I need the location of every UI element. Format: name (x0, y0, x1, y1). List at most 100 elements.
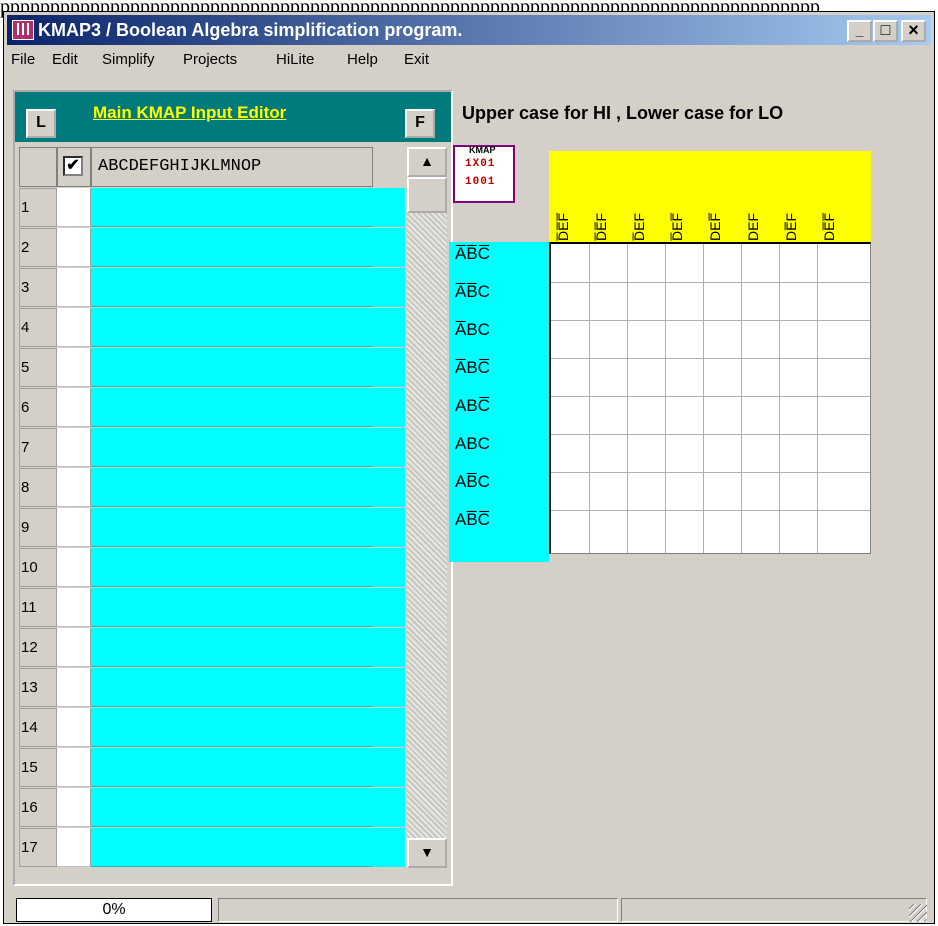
term-input-cell[interactable] (91, 228, 373, 267)
title-bar[interactable]: KMAP3 / Boolean Algebra simplification p… (7, 15, 931, 45)
l-button[interactable]: L (26, 109, 56, 138)
term-input-cell[interactable] (91, 388, 373, 427)
editor-row: 2 (19, 228, 405, 267)
row-checkbox[interactable] (57, 188, 91, 227)
editor-row: 10 (19, 548, 405, 587)
column-label: D̅E̅F̅ (555, 213, 571, 241)
grid-line (551, 320, 870, 321)
app-window: KMAP3 / Boolean Algebra simplification p… (3, 11, 935, 924)
grid-line (551, 396, 870, 397)
grid-line (817, 244, 818, 553)
term-input-cell[interactable] (91, 708, 373, 747)
close-button[interactable]: × (901, 20, 926, 42)
progress-text: 0% (102, 901, 126, 918)
row-number: 5 (19, 348, 57, 387)
menu-file[interactable]: File (11, 51, 35, 68)
status-panel (621, 898, 927, 922)
column-header: D̅E̅F̅ D̅E̅F D̅EF D̅EF̅ DEF̅ DEF DE̅F DE̅F̅ (549, 151, 871, 243)
row-checkbox[interactable] (57, 468, 91, 507)
editor-row: 17 (19, 828, 405, 867)
row-checkbox[interactable] (57, 508, 91, 547)
editor-title[interactable]: Main KMAP Input Editor (93, 103, 286, 123)
grid-line (665, 244, 666, 553)
row-tail (373, 348, 405, 387)
column-label: DEF̅ (707, 213, 723, 241)
grid-line (589, 244, 590, 553)
select-all-checkbox[interactable]: ✔ (63, 156, 83, 176)
case-hint: Upper case for HI , Lower case for LO (462, 103, 784, 123)
row-checkbox[interactable] (57, 388, 91, 427)
scroll-down-button[interactable]: ▼ (407, 838, 447, 868)
editor-row: 5 (19, 348, 405, 387)
kmap-app-icon[interactable] (12, 20, 34, 40)
grid-header: ✔ ABCDEFGHIJKLMNOP (19, 147, 405, 189)
editor-row: 15 (19, 748, 405, 787)
term-input-cell[interactable] (91, 748, 373, 787)
resize-grip[interactable] (909, 904, 927, 922)
row-number: 14 (19, 708, 57, 747)
term-input-cell[interactable] (91, 548, 373, 587)
row-checkbox[interactable] (57, 588, 91, 627)
menu-exit[interactable]: Exit (404, 51, 429, 68)
row-checkbox[interactable] (57, 308, 91, 347)
row-checkbox[interactable] (57, 268, 91, 307)
row-number: 7 (19, 428, 57, 467)
term-input-cell[interactable] (91, 628, 373, 667)
term-input-cell[interactable] (91, 828, 373, 867)
vertical-scrollbar[interactable]: ▲ ▼ (407, 147, 447, 868)
row-checkbox[interactable] (57, 748, 91, 787)
maximize-button[interactable]: □ (873, 20, 898, 42)
kmap-area: D̅E̅F̅ D̅E̅F D̅EF D̅EF̅ DEF̅ DEF DE̅F DE̅F̅ A̅B… (449, 147, 871, 620)
row-checkbox[interactable] (57, 228, 91, 267)
menu-edit[interactable]: Edit (52, 51, 78, 68)
grid-line (551, 472, 870, 473)
scroll-thumb[interactable] (407, 177, 447, 213)
term-input-cell[interactable] (91, 588, 373, 627)
editor-row: 8 (19, 468, 405, 507)
kmap-grid[interactable] (549, 242, 871, 554)
row-checkbox[interactable] (57, 428, 91, 467)
menu-projects[interactable]: Projects (183, 51, 237, 68)
row-label: A̅BC (455, 320, 490, 339)
term-input-cell[interactable] (91, 788, 373, 827)
row-checkbox[interactable] (57, 788, 91, 827)
row-tail (373, 188, 405, 227)
menu-help[interactable]: Help (347, 51, 378, 68)
row-number: 6 (19, 388, 57, 427)
row-checkbox[interactable] (57, 708, 91, 747)
column-label: DE̅F̅ (821, 213, 837, 241)
scroll-up-button[interactable]: ▲ (407, 147, 447, 177)
row-number: 13 (19, 668, 57, 707)
row-number: 10 (19, 548, 57, 587)
menu-hilite[interactable]: HiLite (276, 51, 314, 68)
row-tail (373, 748, 405, 787)
minimize-button[interactable]: _ (847, 20, 872, 42)
grid-line (627, 244, 628, 553)
column-label: D̅EF̅ (669, 213, 685, 241)
row-checkbox[interactable] (57, 628, 91, 667)
row-checkbox[interactable] (57, 348, 91, 387)
row-number-header (19, 147, 57, 187)
term-input-cell[interactable] (91, 508, 373, 547)
status-panel (218, 898, 618, 922)
row-checkbox[interactable] (57, 668, 91, 707)
input-rows: 1 2 3 4 5 6 7 8 9 10 11 12 13 14 15 16 17 (19, 188, 405, 868)
row-number: 11 (19, 588, 57, 627)
term-input-cell[interactable] (91, 308, 373, 347)
menu-simplify[interactable]: Simplify (102, 51, 155, 68)
column-label: D̅E̅F (593, 213, 609, 241)
f-button[interactable]: F (405, 109, 435, 138)
term-input-cell[interactable] (91, 468, 373, 507)
row-number: 9 (19, 508, 57, 547)
row-checkbox[interactable] (57, 828, 91, 867)
term-input-cell[interactable] (91, 348, 373, 387)
term-input-cell[interactable] (91, 668, 373, 707)
term-input-cell[interactable] (91, 428, 373, 467)
term-input-cell[interactable] (91, 268, 373, 307)
editor-row: 9 (19, 508, 405, 547)
term-input-cell[interactable] (91, 188, 373, 227)
editor-row: 16 (19, 788, 405, 827)
row-tail (373, 388, 405, 427)
row-checkbox[interactable] (57, 548, 91, 587)
menu-bar: File Edit Simplify Projects HiLite Help … (7, 47, 931, 72)
